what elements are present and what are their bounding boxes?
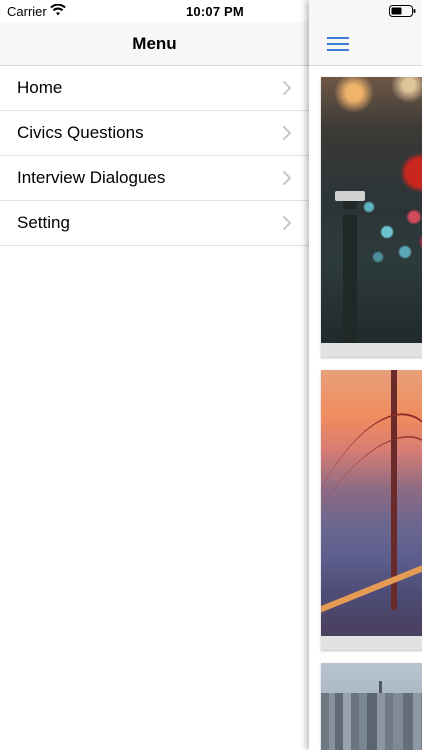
city-skyline-image: [321, 663, 422, 750]
battery-icon: [389, 5, 416, 17]
content-card[interactable]: [321, 370, 422, 650]
app-screen: Carrier 10:07 PM Menu Home Civics Questi…: [0, 0, 422, 750]
card-footer: [321, 343, 422, 357]
night-street-flowers-image: [321, 77, 422, 343]
menu-item-label: Interview Dialogues: [17, 168, 166, 187]
chevron-right-icon: [283, 126, 291, 140]
menu-item-civics-questions[interactable]: Civics Questions: [0, 111, 309, 156]
chevron-right-icon: [283, 81, 291, 95]
side-menu: Carrier 10:07 PM Menu Home Civics Questi…: [0, 0, 309, 750]
menu-item-home[interactable]: Home: [0, 66, 309, 111]
menu-list: Home Civics Questions Interview Dialogue…: [0, 66, 309, 246]
menu-item-setting[interactable]: Setting: [0, 201, 309, 246]
wifi-icon: [50, 4, 66, 16]
chevron-right-icon: [283, 171, 291, 185]
menu-navbar: Menu: [0, 22, 309, 66]
content-card[interactable]: [321, 77, 422, 357]
status-bar: Carrier 10:07 PM: [0, 0, 309, 22]
menu-item-label: Civics Questions: [17, 123, 144, 142]
card-footer: [321, 636, 422, 650]
content-navbar: [309, 22, 422, 66]
menu-title: Menu: [132, 34, 177, 53]
main-content-panel[interactable]: [309, 0, 422, 750]
chevron-right-icon: [283, 216, 291, 230]
hamburger-menu-icon[interactable]: [327, 36, 349, 52]
menu-item-label: Setting: [17, 213, 70, 232]
content-status-bar: [309, 0, 422, 22]
golden-gate-bridge-image: [321, 370, 422, 636]
menu-item-label: Home: [17, 78, 63, 97]
content-card[interactable]: [321, 663, 422, 750]
menu-item-interview-dialogues[interactable]: Interview Dialogues: [0, 156, 309, 201]
carrier-label: Carrier: [7, 4, 47, 19]
clock: 10:07 PM: [186, 4, 244, 19]
